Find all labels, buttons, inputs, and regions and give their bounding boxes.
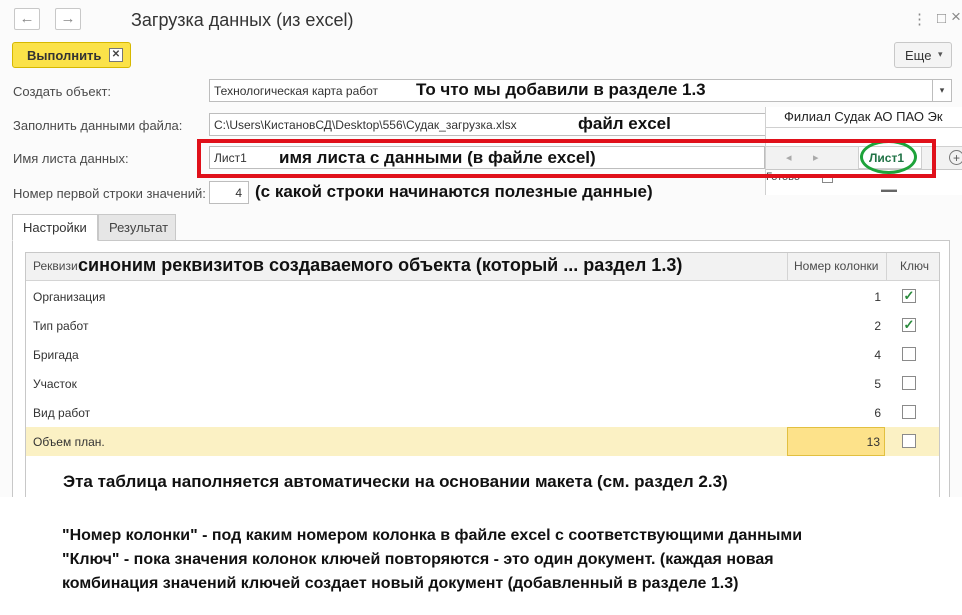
key-checkbox[interactable] [902,347,916,361]
more-button-label: Еще [905,48,932,63]
fill-file-label: Заполнить данными файла: [13,118,183,133]
row-attr-name: Объем план. [33,435,105,449]
table-row[interactable]: Бригада 4 [26,340,939,369]
table-row[interactable]: Организация 1 ✓ [26,282,939,311]
row-attr-name: Вид работ [33,406,91,420]
table-row[interactable]: Тип работ 2 ✓ [26,311,939,340]
row-column-number[interactable]: 5 [787,369,885,398]
more-button[interactable]: Еще ▾ [894,42,952,68]
menu-icon[interactable]: ⋮ [912,10,927,28]
first-row-annotation: (с какой строки начинаются полезные данн… [255,182,653,201]
table-row[interactable]: Участок 5 [26,369,939,398]
restore-icon[interactable]: □ [937,10,946,27]
run-icon: ✕ [109,48,123,62]
row-column-number[interactable]: 13 [787,427,885,456]
column-divider [886,253,887,280]
forward-arrow-icon: → [60,10,76,27]
file-path-field[interactable]: C:\Users\КистановСД\Desktop\556\Судак_за… [209,113,769,136]
footer-note-line2: "Ключ" - пока значения колонок ключей по… [62,551,774,568]
col-key-header[interactable]: Ключ [900,259,929,273]
row-attr-name: Бригада [33,348,79,362]
row-column-number[interactable]: 1 [787,282,885,311]
col-attr-header[interactable]: Реквизит [33,259,83,273]
key-checkbox[interactable] [902,434,916,448]
forward-button[interactable]: → [55,8,81,30]
dropdown-arrow-icon[interactable]: ▾ [932,79,952,102]
sheet-name-label: Имя листа данных: [13,151,129,166]
back-arrow-icon: ← [19,10,35,27]
excel-header-row: Филиал Судак АО ПАО Эк [784,109,943,124]
row-column-number[interactable]: 6 [787,398,885,427]
footer-note-line3: комбинация значений ключей создает новый… [62,575,739,592]
key-checkbox-checked[interactable]: ✓ [902,318,916,332]
run-button-label: Выполнить [27,48,102,63]
column-divider [787,253,788,280]
excel-zoom-mark: ▬▬ [881,185,897,194]
table-row[interactable]: Объем план. 13 [26,427,939,456]
attributes-table: Реквизит Номер колонки Ключ Организация 1… [25,252,940,497]
dialog-window: ← → Загрузка данных (из excel) ⋮ □ × Вып… [0,0,962,497]
table-annotation: Эта таблица наполняется автоматически на… [63,472,728,491]
row-attr-name: Тип работ [33,319,89,333]
first-row-label: Номер первой строки значений: [13,186,206,201]
key-checkbox[interactable] [902,405,916,419]
col-num-header[interactable]: Номер колонки [794,259,878,273]
window-title: Загрузка данных (из excel) [131,10,354,30]
object-annotation: То что мы добавили в разделе 1.3 [416,80,706,99]
attr-annotation: синоним реквизитов создаваемого объекта … [78,255,683,276]
footer-note-line1: "Номер колонки" - под каким номером коло… [62,527,803,544]
key-checkbox-checked[interactable]: ✓ [902,289,916,303]
run-button[interactable]: Выполнить ✕ [12,42,131,68]
close-icon[interactable]: × [951,7,961,27]
tab-result[interactable]: Результат [98,214,176,241]
row-attr-name: Участок [33,377,77,391]
row-attr-name: Организация [33,290,106,304]
chevron-down-icon: ▾ [938,49,943,59]
first-row-field[interactable]: 4 [209,181,249,204]
row-column-number[interactable]: 2 [787,311,885,340]
key-checkbox[interactable] [902,376,916,390]
back-button[interactable]: ← [14,8,40,30]
tab-settings[interactable]: Настройки [12,214,98,241]
row-column-number[interactable]: 4 [787,340,885,369]
table-row[interactable]: Вид работ 6 [26,398,939,427]
create-object-label: Создать объект: [13,84,112,99]
sheet-annotation: имя листа с данными (в файле excel) [279,148,596,167]
add-sheet-icon[interactable]: + [949,150,962,165]
file-annotation: файл excel [578,114,671,133]
